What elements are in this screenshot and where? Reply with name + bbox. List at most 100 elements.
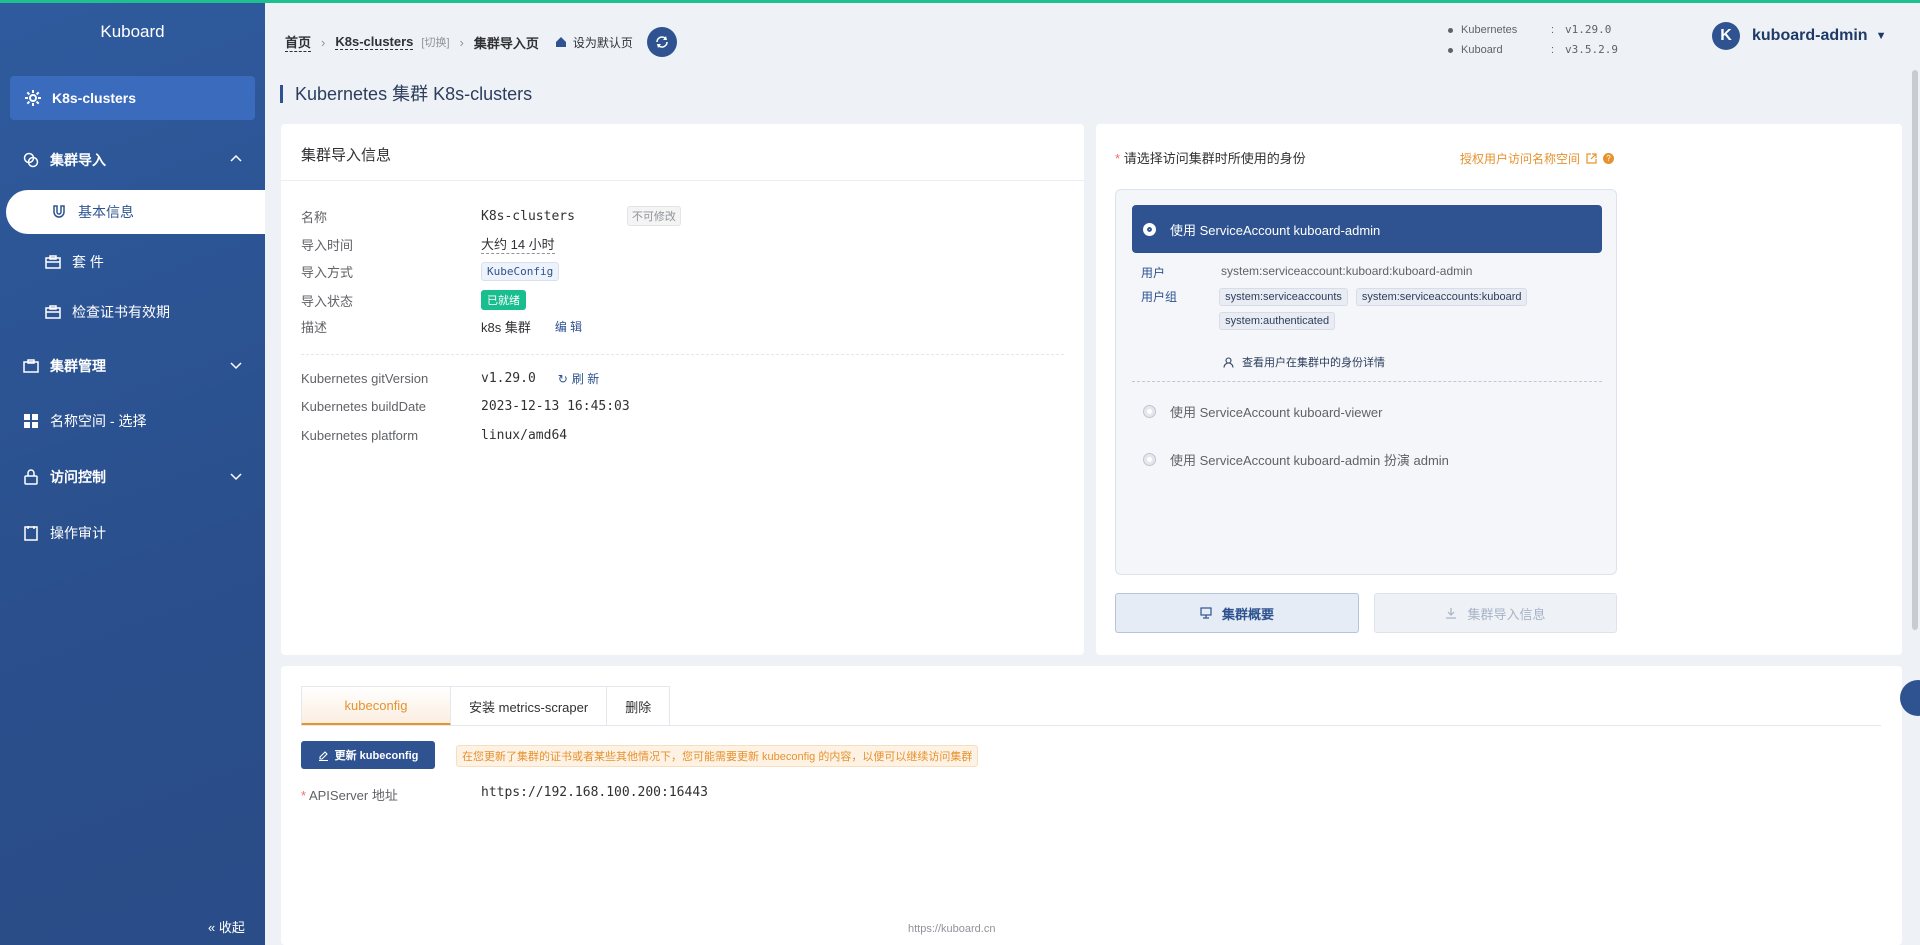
footer-link[interactable]: https://kuboard.cn: [908, 923, 995, 935]
identity-options: 使用 ServiceAccount kuboard-admin 用户 syste…: [1115, 189, 1617, 575]
identity-user-value: system:serviceaccount:kuboard:kuboard-ad…: [1221, 264, 1473, 278]
breadcrumb-cluster[interactable]: K8s-clusters: [335, 34, 414, 50]
refresh-label: 刷 新: [571, 372, 600, 386]
refresh-button[interactable]: [646, 27, 677, 57]
info-label: 名称: [301, 209, 328, 225]
help-icon[interactable]: ?: [1603, 153, 1615, 164]
username: kuboard-admin: [1752, 27, 1868, 44]
info-row-platform: Kubernetes platform linux/amd64: [301, 428, 567, 443]
gear-icon: [24, 89, 42, 107]
radio-unselected[interactable]: [1143, 453, 1156, 466]
info-value: 2023-12-13 16:45:03: [481, 399, 630, 414]
chevron-up-icon: [229, 152, 243, 169]
info-label: 导入状态: [301, 293, 354, 309]
breadcrumb-home[interactable]: 首页: [285, 32, 312, 52]
status-badge: 已就绪: [481, 290, 526, 310]
chevron-down-icon: [229, 469, 243, 486]
magnet-icon: [50, 203, 68, 221]
sidebar-item-label: 套 件: [72, 254, 104, 270]
sidebar-group-access[interactable]: 访问控制: [0, 455, 265, 499]
refresh-icon: ↻: [557, 371, 568, 386]
sidebar-item-suite[interactable]: 套 件: [0, 240, 265, 284]
tab-underline: [301, 725, 1881, 726]
identity-option-label: 使用 ServiceAccount kuboard-admin: [1170, 222, 1381, 238]
info-label: Kubernetes buildDate: [301, 399, 427, 414]
sidebar-item-k8s-clusters[interactable]: K8s-clusters: [10, 76, 255, 120]
chevron-down-icon: [229, 358, 243, 375]
tab-install-metrics-scraper[interactable]: 安装 metrics-scraper: [451, 686, 608, 726]
group-tag: system:serviceaccounts: [1219, 288, 1348, 306]
sidebar-group-manage[interactable]: 集群管理: [0, 344, 265, 388]
group-tag: system:authenticated: [1219, 312, 1336, 330]
card-title: 集群导入信息: [281, 124, 1084, 181]
sidebar-item-audit[interactable]: 操作审计: [0, 511, 265, 555]
identity-option-viewer[interactable]: 使用 ServiceAccount kuboard-viewer: [1143, 402, 1382, 421]
external-link-icon: [1586, 153, 1597, 164]
sidebar-item-basic-info[interactable]: 基本信息: [6, 190, 265, 234]
user-menu[interactable]: K kuboard-admin ▼: [1712, 22, 1886, 50]
info-label: 描述: [301, 320, 328, 335]
chevron-right-icon: ›: [459, 34, 464, 50]
brand-title: Kuboard: [100, 22, 165, 41]
apiserver-label: APIServer 地址: [308, 788, 398, 803]
identity-option-label: 使用 ServiceAccount kuboard-admin 扮演 admin: [1170, 453, 1449, 468]
radio-selected[interactable]: [1143, 222, 1156, 236]
info-row-git-version: Kubernetes gitVersion v1.29.0 ↻ 刷 新: [301, 370, 599, 387]
version-value: v3.5.2.9: [1565, 43, 1618, 56]
update-kubeconfig-button[interactable]: 更新 kubeconfig: [301, 741, 435, 769]
cluster-import-info-button[interactable]: 集群导入信息: [1374, 593, 1617, 633]
identity-prompt: * 请选择访问集群时所使用的身份: [1115, 148, 1306, 167]
set-default-page-button[interactable]: 设为默认页: [555, 34, 633, 51]
sidebar-group-label: 集群导入: [50, 152, 106, 168]
home-icon: [555, 37, 566, 47]
lock-icon: [22, 468, 40, 486]
authorize-namespace-link[interactable]: 授权用户访问名称空间 ?: [1460, 150, 1615, 167]
bullet-dot: [1448, 47, 1453, 53]
edit-description-link[interactable]: 编 辑: [555, 318, 582, 335]
readonly-badge: 不可修改: [626, 206, 681, 226]
double-chevron-left-icon: «: [208, 920, 216, 935]
chat-float-button[interactable]: [1900, 680, 1920, 716]
apiserver-row: * APIServer 地址 https://192.168.100.200:1…: [301, 785, 708, 804]
kubeconfig-warning: 在您更新了集群的证书或者某些其他情况下，您可能需要更新 kubeconfig 的…: [456, 745, 979, 767]
identity-groups-row: 用户组 system:serviceaccounts system:service…: [1141, 288, 1561, 336]
version-sep: :: [1551, 24, 1555, 36]
apiserver-label-wrap: * APIServer 地址: [301, 785, 481, 804]
sidebar-group-import[interactable]: 集群导入: [0, 138, 265, 182]
identity-card: * 请选择访问集群时所使用的身份 授权用户访问名称空间 ? 使用 Service…: [1096, 124, 1902, 655]
page-title: Kubernetes 集群 K8s-clusters: [280, 85, 532, 103]
info-label: Kubernetes platform: [301, 428, 419, 443]
grid-icon: [22, 412, 40, 430]
radio-unselected[interactable]: [1143, 405, 1156, 418]
breadcrumb-current: 集群导入页: [473, 35, 539, 51]
page-scrollbar[interactable]: [1912, 70, 1918, 630]
box-icon: [44, 303, 62, 321]
version-row: Kubernetes : v1.29.0: [1448, 20, 1618, 40]
breadcrumb-switch[interactable]: [切换]: [421, 34, 449, 50]
identity-user-label: 用户: [1141, 266, 1166, 280]
tab-delete[interactable]: 删除: [607, 686, 671, 726]
avatar: K: [1712, 22, 1740, 50]
refresh-icon: [656, 36, 668, 48]
kubeconfig-card: kubeconfig 安装 metrics-scraper 删除 更新 kube…: [281, 666, 1902, 945]
identity-user-row: 用户 system:serviceaccount:kuboard:kuboard…: [1141, 264, 1472, 281]
divider: [301, 354, 1064, 355]
sidebar-collapse-button[interactable]: « 收起: [208, 917, 245, 936]
edit-icon: [318, 750, 328, 761]
identity-option-admin[interactable]: 使用 ServiceAccount kuboard-admin: [1132, 205, 1602, 253]
sidebar: Kuboard K8s-clusters 集群导入 基本信息 套 件 检查证书有…: [0, 0, 265, 945]
cluster-overview-button[interactable]: 集群概要: [1115, 593, 1359, 633]
sidebar-item-namespace[interactable]: 名称空间 - 选择: [0, 399, 265, 443]
identity-detail-link[interactable]: 查看用户在集群中的身份详情: [1223, 354, 1385, 370]
required-star: *: [301, 788, 307, 803]
info-value: k8s 集群: [481, 320, 531, 335]
sidebar-group-label: 集群管理: [50, 358, 106, 374]
button-label: 更新 kubeconfig: [334, 750, 419, 762]
button-label: 集群概要: [1221, 606, 1274, 622]
tab-kubeconfig[interactable]: kubeconfig: [301, 686, 451, 726]
sidebar-item-check-cert[interactable]: 检查证书有效期: [0, 290, 265, 334]
cluster-import-info-card: 集群导入信息 名称 K8s-clusters 不可修改 导入时间 大约 14 小…: [281, 124, 1084, 655]
audit-icon: [22, 524, 40, 542]
identity-option-impersonate[interactable]: 使用 ServiceAccount kuboard-admin 扮演 admin: [1143, 450, 1449, 469]
refresh-version-link[interactable]: ↻ 刷 新: [558, 370, 599, 387]
